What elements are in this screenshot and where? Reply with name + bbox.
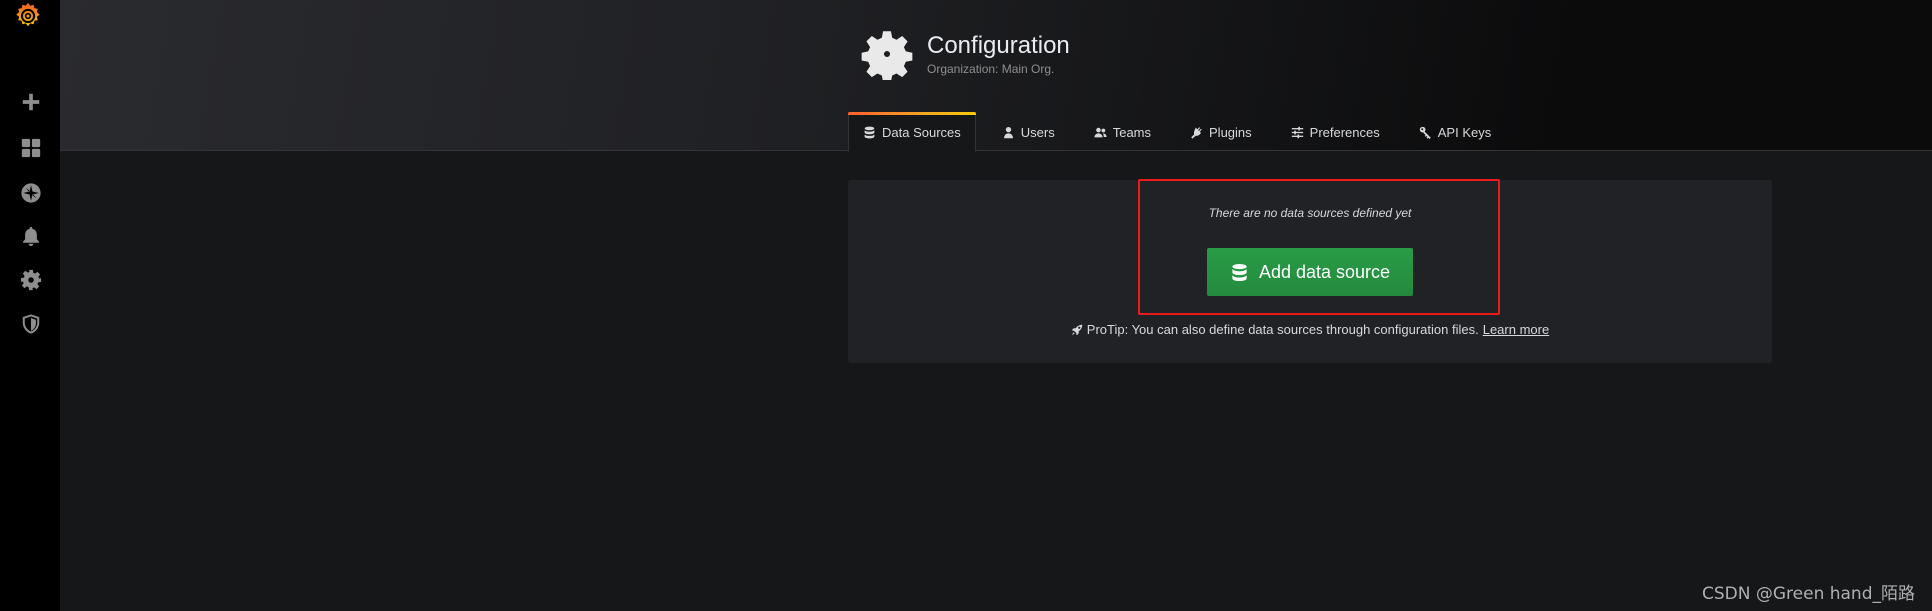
compass-icon[interactable] (18, 180, 44, 206)
page-title: Configuration (927, 32, 1070, 59)
database-icon (864, 126, 875, 138)
protip-text: ProTip: You can also define data sources… (1086, 322, 1479, 337)
tab-bar: Data Sources Users Teams Plugins Prefere… (848, 112, 1506, 152)
rocket-icon (1071, 324, 1083, 335)
add-data-source-button[interactable]: Add data source (1207, 248, 1413, 296)
plug-icon (1191, 126, 1202, 139)
tab-label: Teams (1112, 124, 1152, 140)
tab-api-keys[interactable]: API Keys (1395, 112, 1506, 152)
tab-label: Users (1020, 124, 1055, 140)
user-icon (1003, 126, 1013, 138)
learn-more-link[interactable]: Learn more (1483, 322, 1549, 337)
tab-label: API Keys (1437, 124, 1492, 140)
key-icon (1419, 126, 1431, 139)
tab-label: Plugins (1209, 124, 1252, 140)
tab-plugins[interactable]: Plugins (1166, 112, 1267, 152)
grafana-logo[interactable] (13, 1, 43, 31)
page-subtitle: Organization: Main Org. (927, 62, 1055, 76)
sidebar (0, 0, 60, 611)
dashboards-grid-icon[interactable] (18, 135, 44, 161)
bell-icon[interactable] (18, 223, 44, 249)
shield-icon[interactable] (18, 311, 44, 337)
header-title-group: Configuration Organization: Main Org. (861, 28, 1070, 82)
tab-teams[interactable]: Teams (1070, 112, 1166, 152)
tab-label: Data Sources (882, 124, 961, 140)
protip: ProTip: You can also define data sources… (848, 322, 1772, 337)
gear-icon[interactable] (18, 267, 44, 293)
plus-icon[interactable] (18, 89, 44, 115)
database-icon (1232, 263, 1247, 281)
tab-data-sources[interactable]: Data Sources (848, 112, 976, 152)
tab-label: Preferences (1309, 124, 1380, 140)
gear-icon (861, 28, 913, 82)
tab-preferences[interactable]: Preferences (1267, 112, 1395, 152)
users-icon (1094, 127, 1107, 137)
sliders-icon (1291, 126, 1303, 138)
add-data-source-label: Add data source (1258, 261, 1391, 282)
watermark: CSDN @Green hand_陌路 (1701, 584, 1915, 604)
empty-state-message: There are no data sources defined yet (1208, 206, 1412, 220)
tab-users[interactable]: Users (976, 112, 1070, 152)
